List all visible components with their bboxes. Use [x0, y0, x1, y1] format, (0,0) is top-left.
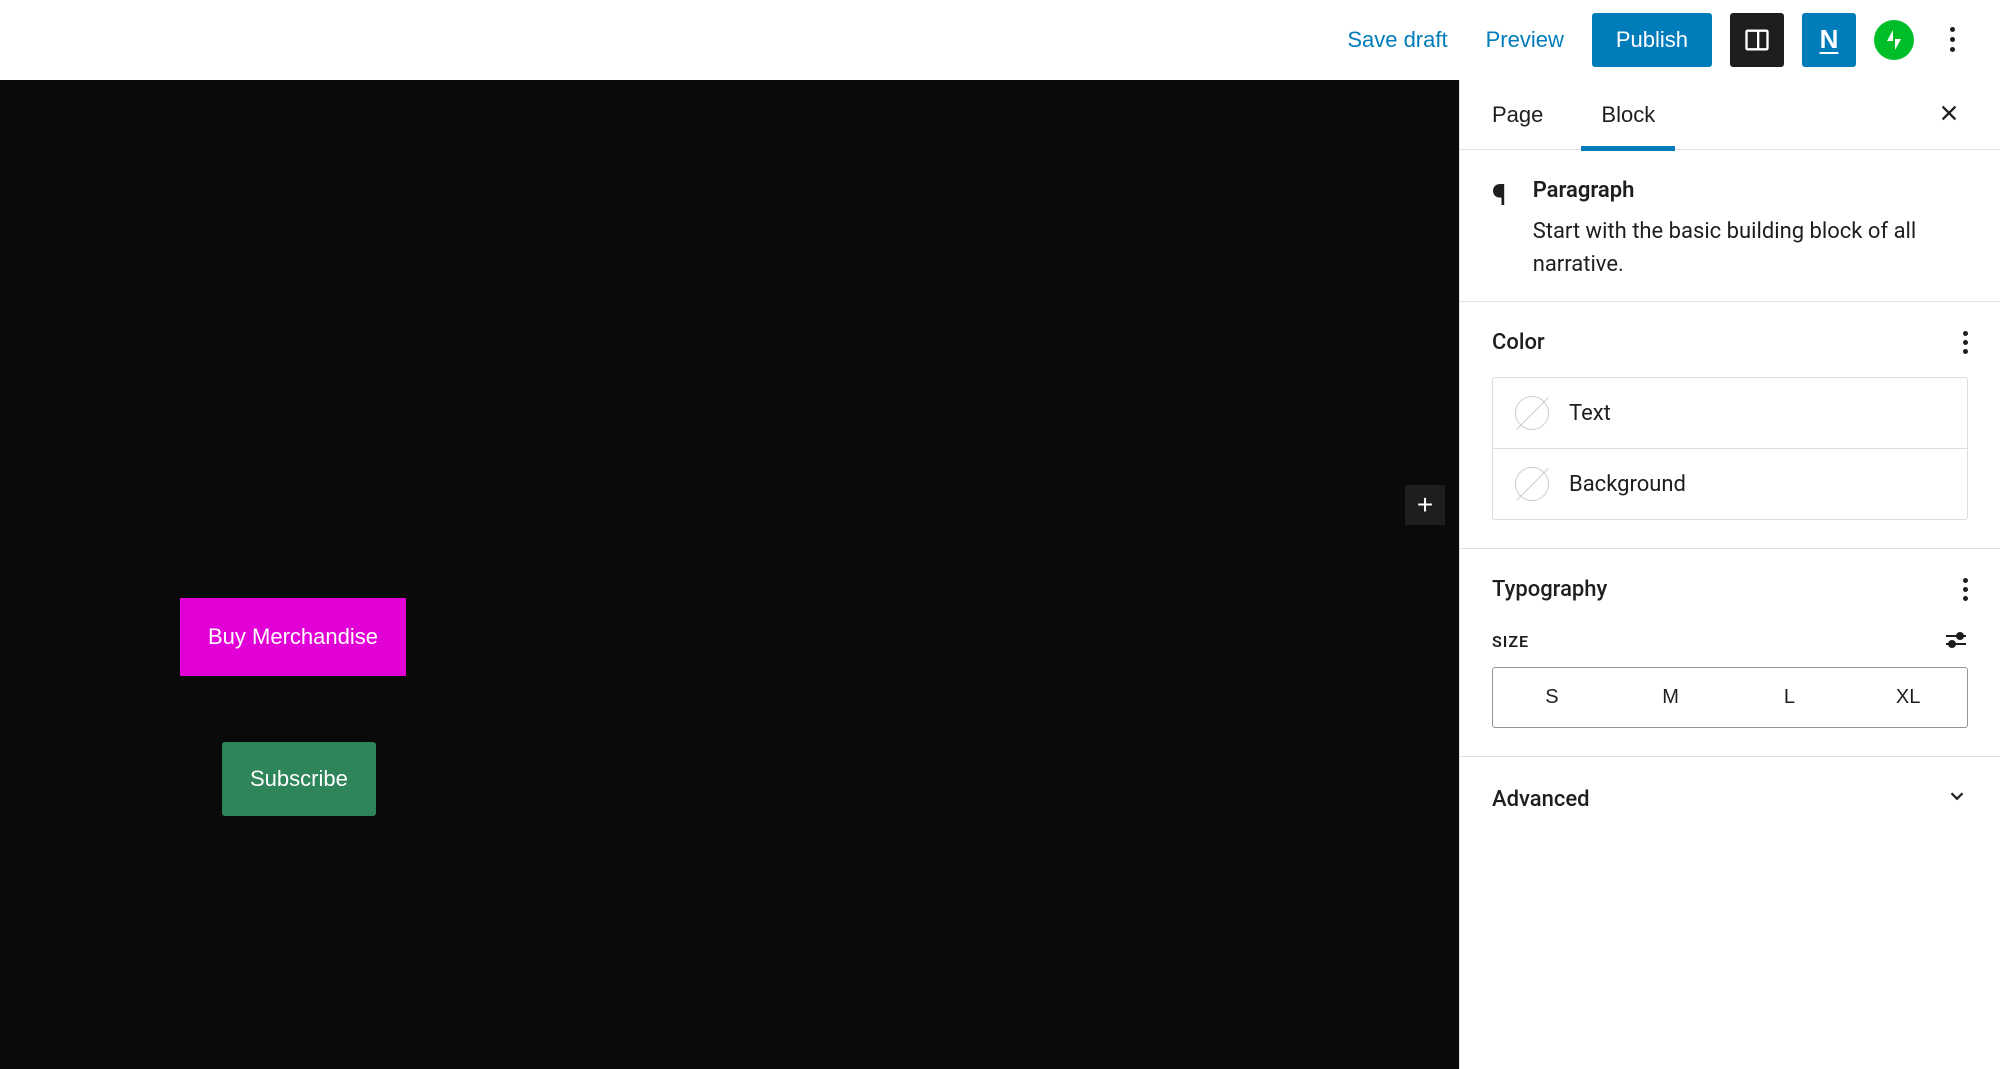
- settings-sidebar: Page Block ¶ Paragraph Start with the ba…: [1459, 80, 2000, 1069]
- color-heading: Color: [1492, 330, 1545, 355]
- buy-merchandise-button[interactable]: Buy Merchandise: [180, 598, 406, 676]
- save-draft-button[interactable]: Save draft: [1337, 19, 1457, 61]
- advanced-panel-toggle[interactable]: Advanced: [1460, 757, 2000, 841]
- text-color-label: Text: [1569, 401, 1611, 426]
- dot: [1950, 37, 1955, 42]
- jetpack-button[interactable]: [1874, 20, 1914, 60]
- dot: [1950, 27, 1955, 32]
- dot: [1950, 47, 1955, 52]
- background-color-row[interactable]: Background: [1493, 448, 1967, 519]
- add-block-button[interactable]: +: [1405, 485, 1445, 525]
- more-options-button[interactable]: [1932, 20, 1972, 60]
- size-button-group: S M L XL: [1492, 667, 1968, 728]
- size-m-button[interactable]: M: [1611, 668, 1730, 727]
- settings-sidebar-toggle[interactable]: [1730, 13, 1784, 67]
- close-icon: [1938, 102, 1960, 124]
- editor-main: + Buy Merchandise Subscribe Page Block ¶…: [0, 80, 2000, 1069]
- typography-heading: Typography: [1492, 577, 1607, 602]
- editor-toolbar: Save draft Preview Publish N: [0, 0, 2000, 80]
- size-s-button[interactable]: S: [1493, 668, 1611, 727]
- none-swatch-icon: [1515, 467, 1549, 501]
- n-label: N: [1820, 24, 1839, 55]
- none-swatch-icon: [1515, 396, 1549, 430]
- block-description: Start with the basic building block of a…: [1533, 215, 1968, 281]
- editor-canvas[interactable]: [0, 80, 1459, 1069]
- tab-page[interactable]: Page: [1492, 82, 1543, 148]
- size-label: SIZE: [1492, 632, 1529, 651]
- chevron-down-icon: [1946, 785, 1968, 813]
- n-button[interactable]: N: [1802, 13, 1856, 67]
- block-title: Paragraph: [1533, 178, 1968, 203]
- close-sidebar-button[interactable]: [1930, 91, 1968, 139]
- background-color-label: Background: [1569, 472, 1686, 497]
- plus-icon: +: [1417, 489, 1433, 521]
- tab-block[interactable]: Block: [1601, 82, 1655, 148]
- editor-canvas-wrap: + Buy Merchandise Subscribe: [0, 80, 1459, 1069]
- size-l-button[interactable]: L: [1730, 668, 1849, 727]
- preview-button[interactable]: Preview: [1476, 19, 1574, 61]
- custom-size-toggle[interactable]: [1944, 630, 1968, 653]
- color-options-button[interactable]: [1963, 331, 1968, 354]
- publish-button[interactable]: Publish: [1592, 13, 1712, 67]
- size-xl-button[interactable]: XL: [1848, 668, 1967, 727]
- color-options: Text Background: [1492, 377, 1968, 520]
- advanced-label: Advanced: [1492, 787, 1590, 812]
- block-header: ¶ Paragraph Start with the basic buildin…: [1460, 150, 2000, 302]
- sidebar-icon: [1743, 26, 1771, 54]
- subscribe-button[interactable]: Subscribe: [222, 742, 376, 816]
- text-color-row[interactable]: Text: [1493, 378, 1967, 448]
- color-panel: Color Text Background: [1460, 302, 2000, 549]
- sliders-icon: [1944, 630, 1968, 650]
- typography-options-button[interactable]: [1963, 578, 1968, 601]
- paragraph-icon: ¶: [1492, 178, 1507, 281]
- typography-panel: Typography SIZE S M L XL: [1460, 549, 2000, 757]
- jetpack-icon: [1882, 28, 1906, 52]
- sidebar-tabs: Page Block: [1460, 80, 2000, 150]
